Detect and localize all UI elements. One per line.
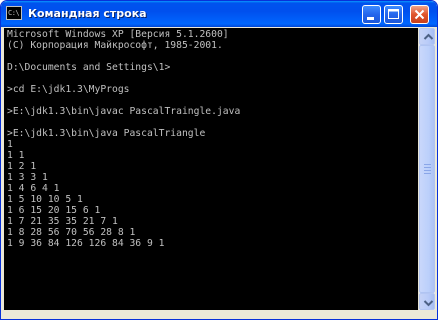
vertical-scrollbar[interactable] (418, 28, 435, 310)
scroll-down-button[interactable] (419, 293, 435, 310)
window-bottom-border (4, 310, 435, 318)
console-line: 1 8 28 56 70 56 28 8 1 (7, 227, 136, 238)
window-title: Командная строка (28, 7, 147, 20)
grip-line (424, 167, 431, 168)
minimize-button[interactable] (362, 5, 381, 24)
console-line: 1 4 6 4 1 (7, 183, 60, 194)
scroll-thumb[interactable] (419, 45, 435, 293)
grip-line (424, 170, 431, 171)
console-line: 1 6 15 20 15 6 1 (7, 205, 101, 216)
console-line: 1 1 (7, 150, 25, 161)
arrow-down-icon (423, 300, 434, 307)
console-line: 1 5 10 10 5 1 (7, 194, 83, 205)
console-line: 1 7 21 35 35 21 7 1 (7, 216, 118, 227)
console-line: >E:\jdk1.3\bin\javac PascalTraingle.java (7, 106, 241, 117)
console-line: Microsoft Windows XP [Версия 5.1.2600] (7, 29, 229, 40)
console-line: >cd E:\jdk1.3\MyProgs (7, 84, 130, 95)
close-button[interactable] (410, 5, 429, 24)
scroll-up-button[interactable] (419, 28, 435, 45)
close-icon (414, 9, 425, 20)
console-icon[interactable]: C:\ (6, 6, 22, 20)
title-bar[interactable]: C:\ Командная строка (1, 1, 437, 27)
console-line: D:\Documents and Settings\1> (7, 62, 171, 73)
maximize-icon (388, 9, 399, 19)
minimize-icon (367, 17, 374, 20)
console-line: (С) Корпорация Майкрософт, 1985-2001. (7, 40, 223, 51)
console-text: Microsoft Windows XP [Версия 5.1.2600] (… (4, 28, 418, 249)
console-line: >E:\jdk1.3\bin\java PascalTriangle (7, 128, 206, 139)
arrow-up-icon (423, 33, 434, 40)
console-line: 1 3 3 1 (7, 172, 48, 183)
console-line: 1 (7, 139, 13, 150)
console-output[interactable]: Microsoft Windows XP [Версия 5.1.2600] (… (4, 28, 418, 310)
grip-line (424, 164, 431, 165)
grip-line (424, 173, 431, 174)
console-line: 1 9 36 84 126 126 84 36 9 1 (7, 238, 165, 249)
command-prompt-window: C:\ Командная строка Microsoft Windows X… (0, 0, 438, 320)
maximize-button[interactable] (384, 5, 403, 24)
console-line: 1 2 1 (7, 161, 37, 172)
